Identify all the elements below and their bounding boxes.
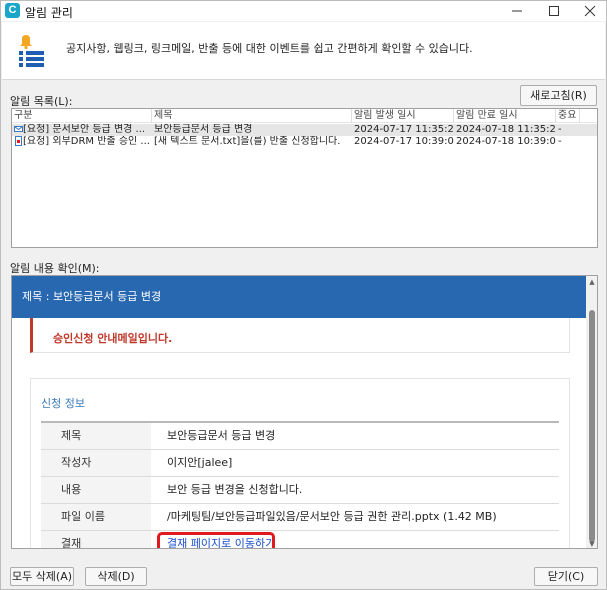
scroll-thumb[interactable] [589, 310, 595, 542]
app-icon: C [5, 3, 20, 18]
maximize-button[interactable] [535, 1, 573, 21]
column-title[interactable]: 제목 [152, 109, 352, 123]
title-bar: C 알림 관리 [1, 1, 606, 21]
info-value: 보안등급문서 등급 변경 [167, 429, 276, 442]
info-value: 보안 등급 변경을 신청합니다. [167, 483, 303, 496]
row-category: [요청] 외부DRM 반출 승인 ... [23, 136, 150, 147]
list-header: 구분 제목 알림 발생 일시 알림 만료 일시 중요 [12, 109, 597, 123]
row-expires: 2024-07-18 11:35:25 [456, 124, 556, 135]
table-row: 파일 이름 /마케팅팀/보안등급파일있음/문서보안 등급 권한 관리.pptx … [41, 504, 559, 531]
close-button[interactable]: 닫기(C) [534, 567, 598, 586]
minimize-icon [512, 10, 522, 12]
info-table: 제목 보안등급문서 등급 변경 작성자 이지안[jalee] 내용 보안 등급 … [41, 421, 559, 548]
list-row[interactable]: [요청] 문서보안 등급 변경 ... 보안등급문서 등급 변경 2024-07… [12, 124, 597, 136]
close-icon [584, 5, 596, 17]
info-key: 내용 [41, 477, 151, 503]
table-row: 결재 결재 페이지로 이동하기 [41, 531, 559, 548]
info-value: /마케팅팀/보안등급파일있음/문서보안 등급 권한 관리.pptx (1.42 … [167, 510, 497, 523]
table-row: 내용 보안 등급 변경을 신청합니다. [41, 477, 559, 504]
close-window-button[interactable] [571, 1, 607, 21]
row-title: [새 텍스트 문서.txt]을(를) 반출 신청합니다. [154, 136, 341, 147]
row-issued: 2024-07-17 11:35:25 [354, 124, 454, 135]
info-key: 결재 [41, 531, 151, 548]
delete-all-button[interactable]: 모두 삭제(A) [10, 567, 74, 586]
list-row[interactable]: [요청] 외부DRM 반출 승인 ... [새 텍스트 문서.txt]을(를) … [12, 136, 597, 148]
table-row: 제목 보안등급문서 등급 변경 [41, 423, 559, 450]
info-value: 이지안[jalee] [167, 456, 233, 469]
row-important: - [558, 124, 562, 135]
scroll-up-icon[interactable]: ▲ [587, 278, 597, 286]
alert-management-window: C 알림 관리 공지사항, 웹링크, 링크메일, 반출 등에 대한 이벤트를 쉽… [0, 0, 607, 590]
row-category: [요청] 문서보안 등급 변경 ... [23, 124, 146, 135]
header-band: 공지사항, 웹링크, 링크메일, 반출 등에 대한 이벤트를 쉽고 간편하게 확… [2, 22, 605, 80]
row-expires: 2024-07-18 10:39:02 [456, 136, 556, 147]
column-important[interactable]: 중요 [556, 109, 580, 123]
notification-list-icon [19, 35, 44, 67]
row-important: - [558, 136, 562, 147]
delete-button[interactable]: 삭제(D) [85, 567, 147, 586]
column-category[interactable]: 구분 [12, 109, 152, 123]
header-description: 공지사항, 웹링크, 링크메일, 반출 등에 대한 이벤트를 쉽고 간편하게 확… [66, 42, 473, 55]
alert-list[interactable]: 구분 제목 알림 발생 일시 알림 만료 일시 중요 [요청] 문서보안 등급 … [11, 108, 598, 248]
content-banner: 제목 : 보안등급문서 등급 변경 [12, 276, 586, 318]
alert-content-pane: 제목 : 보안등급문서 등급 변경 승인신청 안내메일입니다. 신청 정보 제목… [11, 275, 598, 549]
alert-content-label: 알림 내용 확인(M): [10, 262, 100, 275]
request-info-box: 신청 정보 제목 보안등급문서 등급 변경 작성자 이지안[jalee] 내용 … [30, 378, 570, 548]
link-highlight-box [157, 532, 275, 548]
maximize-icon [549, 6, 559, 16]
notice-text: 승인신청 안내메일입니다. [53, 332, 173, 345]
alert-list-label: 알림 목록(L): [10, 95, 73, 108]
info-title: 신청 정보 [41, 397, 85, 410]
table-row: 작성자 이지안[jalee] [41, 450, 559, 477]
info-key: 제목 [41, 423, 151, 449]
notice-box: 승인신청 안내메일입니다. [30, 318, 570, 353]
info-key: 파일 이름 [41, 504, 151, 530]
row-title: 보안등급문서 등급 변경 [154, 124, 253, 135]
info-key: 작성자 [41, 450, 151, 476]
column-expires[interactable]: 알림 만료 일시 [454, 109, 556, 123]
minimize-button[interactable] [498, 1, 536, 21]
column-issued[interactable]: 알림 발생 일시 [352, 109, 454, 123]
row-issued: 2024-07-17 10:39:02 [354, 136, 454, 147]
refresh-button[interactable]: 새로고침(R) [520, 85, 597, 106]
window-title: 알림 관리 [25, 6, 73, 20]
scroll-down-icon[interactable]: ▼ [587, 540, 597, 548]
